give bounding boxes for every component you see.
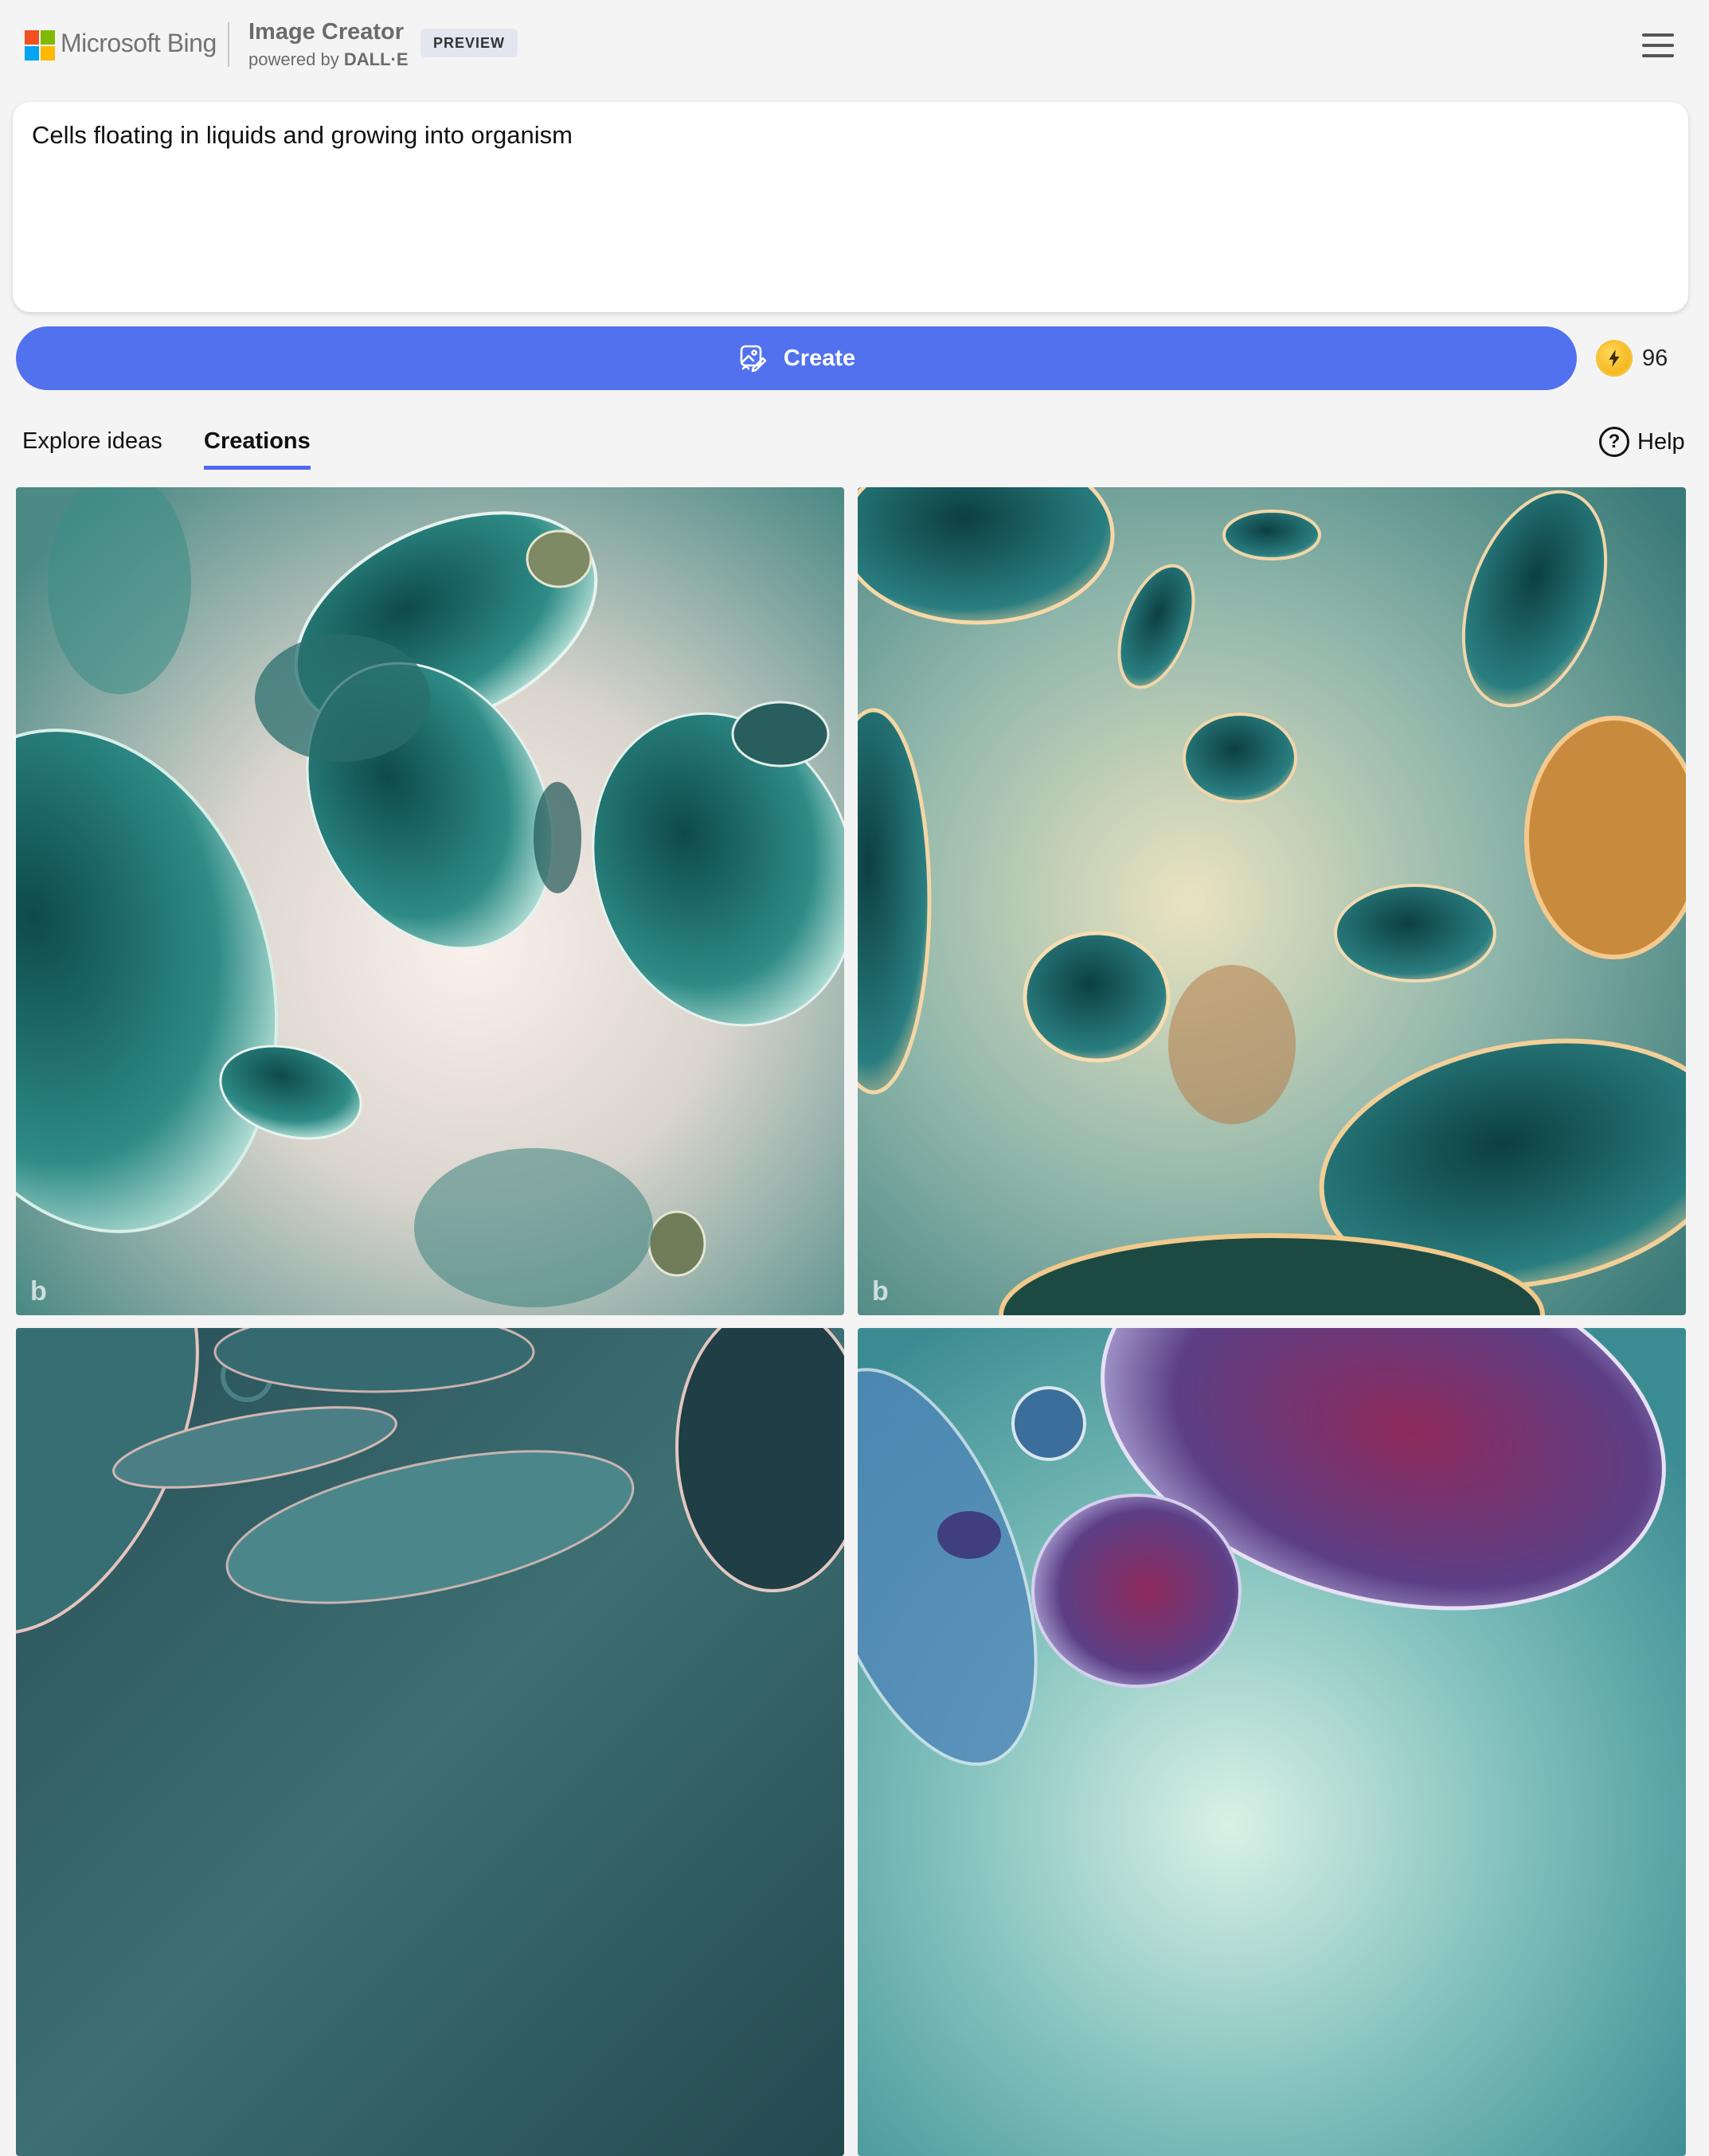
question-circle-icon: ? — [1599, 427, 1629, 457]
boost-counter[interactable]: 96 — [1596, 339, 1668, 377]
microsoft-logo-icon[interactable] — [25, 30, 55, 61]
tab-bar: Explore ideas Creations ? Help — [0, 422, 1709, 475]
create-button[interactable]: Create — [16, 326, 1577, 390]
bing-watermark-icon: b — [872, 1276, 889, 1306]
tab-explore-ideas[interactable]: Explore ideas — [22, 428, 162, 466]
brand-name[interactable]: Microsoft Bing — [61, 29, 217, 58]
create-button-label: Create — [783, 345, 856, 371]
app-header: Microsoft Bing Image Creator powered by … — [0, 0, 1709, 89]
generated-image-2[interactable]: b — [858, 487, 1686, 1315]
prompt-input[interactable]: Cells floating in liquids and growing in… — [13, 102, 1688, 312]
product-sub-strong: DALL·E — [343, 49, 409, 69]
image-create-icon — [740, 345, 767, 373]
help-label: Help — [1637, 428, 1685, 455]
preview-badge: PREVIEW — [420, 29, 518, 57]
product-title[interactable]: Image Creator — [248, 19, 404, 45]
generated-image-4[interactable] — [858, 1328, 1686, 2156]
generated-image-1[interactable]: b — [16, 487, 844, 1315]
bing-watermark-icon: b — [30, 1276, 47, 1306]
help-link[interactable]: ? Help — [1599, 427, 1685, 457]
boost-count: 96 — [1642, 345, 1668, 371]
tab-creations[interactable]: Creations — [204, 428, 311, 470]
lightning-coin-icon — [1596, 340, 1633, 377]
generated-image-3[interactable] — [16, 1328, 844, 2156]
header-divider — [228, 22, 229, 67]
product-sub-prefix: powered by — [248, 49, 344, 69]
product-subtitle: powered by DALL·E — [248, 49, 409, 70]
hamburger-menu-icon[interactable] — [1641, 32, 1676, 59]
